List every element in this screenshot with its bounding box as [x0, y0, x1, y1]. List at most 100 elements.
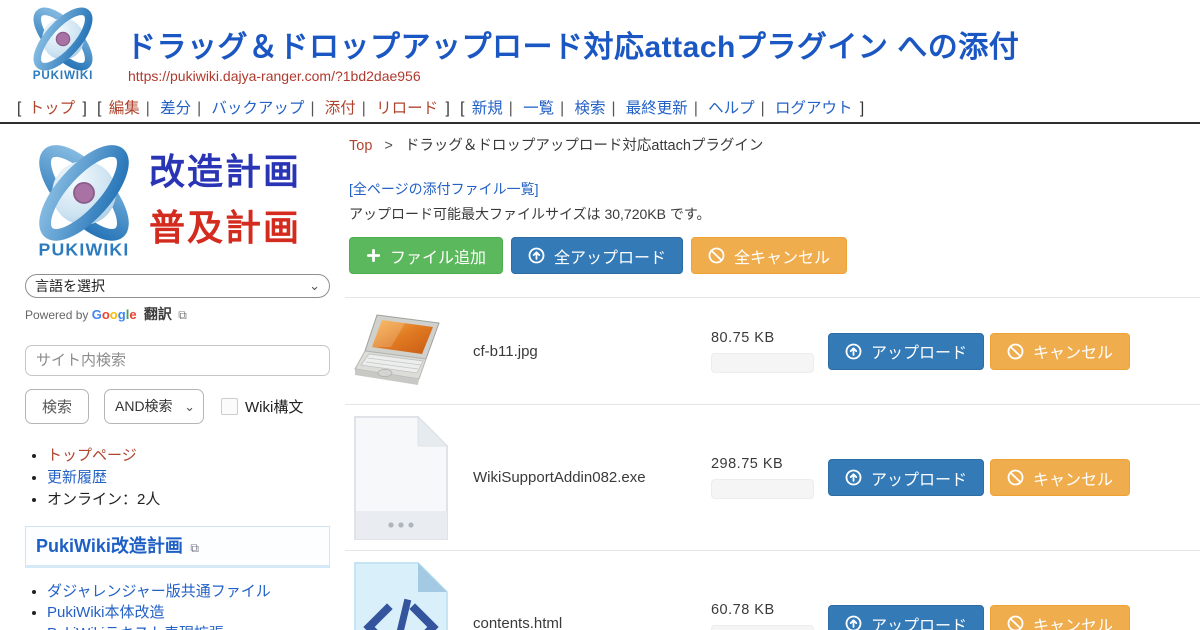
cancel-label: キャンセル [1033, 612, 1113, 630]
chevron-down-icon: ⌄ [184, 390, 195, 423]
nav-item-new[interactable]: 新規 [472, 100, 503, 117]
list-item: オンライン：2人 [47, 489, 330, 511]
file-row: WikiSupportAddin082.exe 298.75 KB アップロード [345, 404, 1200, 550]
nav-item-help[interactable]: ヘルプ [708, 100, 755, 117]
cancel-button[interactable]: キャンセル [990, 605, 1130, 630]
sidebar-item-text-extension[interactable]: PukiWikiテキスト表現拡張 [47, 625, 224, 630]
nav-item-backup[interactable]: バックアップ [211, 100, 304, 117]
search-mode-select[interactable]: AND検索 ⌄ [104, 389, 204, 424]
external-link-icon: ⧉ [178, 308, 187, 322]
page-url-link[interactable]: https://pukiwiki.dajya-ranger.com/?1bd2d… [128, 68, 421, 84]
wiki-syntax-checkbox[interactable] [221, 398, 238, 415]
top-navigation: [ トップ ] [ 編集| 差分| バックアップ| 添付| リロード ] [ 新… [14, 96, 867, 118]
all-pages-attach-list-link[interactable]: [全ページの添付ファイル一覧] [349, 179, 539, 199]
add-file-label: ファイル追加 [390, 244, 486, 268]
bracket: [ [14, 100, 24, 117]
external-link-icon: ⧉ [190, 541, 199, 555]
nav-item-top[interactable]: トップ [29, 100, 76, 117]
separator: | [554, 100, 570, 117]
upload-all-button[interactable]: 全アップロード [511, 237, 683, 274]
nav-item-reload[interactable]: リロード [376, 100, 438, 117]
atom-logo-icon: PUKIWIKI [25, 136, 143, 264]
sidebar-plugin-links: ダジャレンジャー版共通ファイル PukiWiki本体改造 PukiWikiテキス… [47, 581, 330, 630]
breadcrumb-home-link[interactable]: Top [349, 138, 372, 154]
upload-file-list: cf-b11.jpg 80.75 KB アップロード [345, 297, 1200, 630]
sidebar-item-common-files[interactable]: ダジャレンジャー版共通ファイル [47, 583, 271, 600]
upload-button[interactable]: アップロード [828, 459, 984, 496]
add-file-button[interactable]: ファイル追加 [349, 237, 503, 274]
sidebar-site-logo[interactable]: PUKIWIKI 改造計画 普及計画 [25, 132, 330, 268]
separator: | [688, 100, 704, 117]
ban-icon [1007, 343, 1024, 360]
upload-progress-bar [711, 625, 814, 630]
file-size: 80.75 KB [711, 330, 815, 346]
page-title: ドラッグ＆ドロップアップロード対応attachプラグイン への添付 [126, 22, 1019, 66]
upload-label: アップロード [871, 339, 967, 363]
search-button[interactable]: 検索 [25, 389, 89, 424]
upload-circle-icon [528, 247, 545, 264]
upload-toolbar: ファイル追加 全アップロード 全キャンセル [349, 237, 1200, 274]
file-row-actions: アップロード キャンセル [828, 459, 1130, 496]
generic-file-icon [353, 415, 449, 541]
nav-item-recent[interactable]: 最終更新 [626, 100, 688, 117]
separator: | [191, 100, 207, 117]
cancel-all-label: 全キャンセル [734, 244, 830, 268]
upload-button[interactable]: アップロード [828, 333, 984, 370]
sidebar-quick-links: トップページ 更新履歴 オンライン：2人 [47, 445, 330, 511]
nav-item-search[interactable]: 検索 [574, 100, 605, 117]
google-logo: Google [92, 307, 137, 322]
file-name: contents.html [465, 615, 711, 630]
logo-line-fukyuu: 普及計画 [149, 200, 301, 256]
svg-text:PUKIWIKI: PUKIWIKI [38, 239, 129, 259]
atom-logo-icon: PUKIWIKI [21, 4, 105, 84]
sidebar-item-top-page[interactable]: トップページ [47, 447, 137, 464]
ban-icon [1007, 469, 1024, 486]
sidebar: PUKIWIKI 改造計画 普及計画 言語を選択 ⌄ Powered by Go… [25, 132, 330, 630]
svg-text:PUKIWIKI: PUKIWIKI [33, 69, 93, 82]
sidebar-item-core-mod[interactable]: PukiWiki本体改造 [47, 604, 165, 621]
pukiwiki-logo[interactable]: PUKIWIKI [14, 4, 112, 102]
file-thumbnail [353, 561, 465, 630]
file-row-actions: アップロード キャンセル [828, 333, 1130, 370]
sidebar-section-title-link[interactable]: PukiWiki改造計画 [36, 536, 183, 556]
sidebar-item-update-history[interactable]: 更新履歴 [47, 469, 107, 486]
nav-item-attach[interactable]: 添付 [325, 100, 356, 117]
separator: | [356, 100, 372, 117]
upload-circle-icon [845, 343, 862, 360]
file-size: 60.78 KB [711, 602, 815, 618]
file-row: contents.html 60.78 KB アップロード [345, 550, 1200, 630]
upload-progress-bar [711, 479, 814, 499]
upload-label: アップロード [871, 466, 967, 490]
site-logo-text: 改造計画 普及計画 [149, 144, 301, 256]
file-row: cf-b11.jpg 80.75 KB アップロード [345, 297, 1200, 404]
nav-item-logout[interactable]: ログアウト [775, 100, 853, 117]
search-controls: 検索 AND検索 ⌄ Wiki構文 [25, 389, 330, 424]
upload-button[interactable]: アップロード [828, 605, 984, 630]
ban-icon [1007, 615, 1024, 630]
nav-item-edit[interactable]: 編集 [109, 100, 140, 117]
cancel-all-button[interactable]: 全キャンセル [691, 237, 847, 274]
language-select[interactable]: 言語を選択 ⌄ [25, 274, 330, 298]
code-file-icon [353, 561, 449, 630]
bracket: [ [94, 100, 104, 117]
file-thumbnail [353, 415, 465, 541]
wiki-syntax-label: Wiki構文 [245, 396, 303, 417]
list-item: PukiWiki本体改造 [47, 602, 330, 623]
site-search-input[interactable] [25, 345, 330, 376]
nav-item-diff[interactable]: 差分 [160, 100, 191, 117]
translate-link[interactable]: 翻訳 [144, 306, 172, 322]
cancel-button[interactable]: キャンセル [990, 333, 1130, 370]
file-name: cf-b11.jpg [465, 343, 711, 360]
breadcrumb: Top > ドラッグ＆ドロップアップロード対応attachプラグイン [349, 134, 1200, 155]
cancel-label: キャンセル [1033, 339, 1113, 363]
separator: | [605, 100, 621, 117]
ban-icon [708, 247, 725, 264]
online-users-count: オンライン：2人 [47, 491, 160, 508]
separator: | [503, 100, 519, 117]
nav-item-list[interactable]: 一覧 [523, 100, 554, 117]
laptop-photo-thumbnail [353, 313, 457, 389]
pukiwiki-attach-page: PUKIWIKI ドラッグ＆ドロップアップロード対応attachプラグイン への… [0, 0, 1200, 630]
chevron-down-icon: ⌄ [309, 275, 320, 297]
breadcrumb-current: ドラッグ＆ドロップアップロード対応attachプラグイン [405, 138, 764, 154]
cancel-button[interactable]: キャンセル [990, 459, 1130, 496]
